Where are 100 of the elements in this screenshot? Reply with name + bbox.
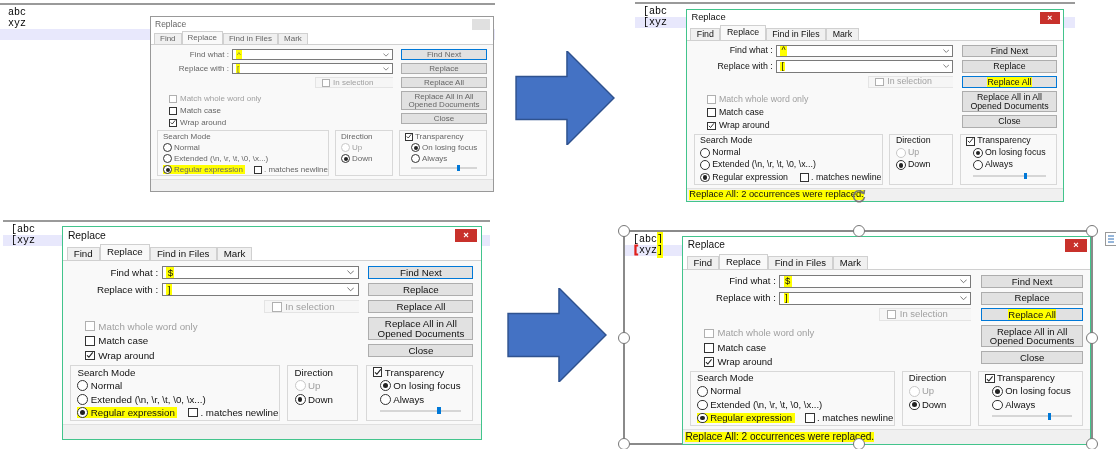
find-field[interactable]: $ [161, 265, 359, 280]
radio-button[interactable] [341, 154, 350, 163]
checkbox[interactable] [800, 173, 809, 182]
radio-button[interactable] [697, 386, 708, 398]
dialog-button[interactable]: Replace All in All Opened Documents [962, 91, 1057, 113]
checkbox[interactable] [169, 118, 177, 127]
radio-button[interactable] [411, 143, 420, 152]
radio-button[interactable] [908, 399, 920, 411]
radio-button[interactable] [163, 165, 172, 174]
dialog-button[interactable]: Close [980, 350, 1084, 365]
slider-thumb[interactable] [436, 407, 441, 415]
dropdown-caret-icon[interactable] [346, 287, 355, 292]
radio-button[interactable] [700, 148, 710, 159]
resize-handle[interactable] [618, 438, 630, 449]
tab[interactable]: Mark [832, 256, 868, 270]
dialog-button[interactable]: Replace All [368, 299, 474, 314]
tab[interactable]: Find [154, 33, 182, 44]
radio-button[interactable] [697, 412, 708, 424]
tab[interactable]: Mark [826, 27, 859, 40]
checkbox[interactable] [372, 367, 383, 378]
tab[interactable]: Replace [720, 25, 766, 40]
checkbox[interactable] [253, 165, 262, 174]
tab[interactable]: Replace [181, 31, 223, 44]
checkbox[interactable] [84, 335, 95, 346]
tab[interactable]: Mark [216, 246, 253, 260]
replace-field[interactable]: [ [776, 60, 954, 73]
dropdown-caret-icon[interactable] [959, 279, 967, 284]
checkbox[interactable] [985, 373, 995, 384]
checkbox[interactable] [706, 108, 716, 118]
radio-button[interactable] [992, 399, 1003, 411]
resize-handle[interactable] [853, 225, 865, 237]
radio-button[interactable] [697, 399, 708, 411]
tab[interactable]: Find [690, 27, 721, 40]
checkbox[interactable] [704, 357, 714, 367]
checkbox[interactable] [169, 106, 177, 115]
dialog-button[interactable]: Replace All in All Opened Documents [401, 91, 487, 110]
replace-field[interactable]: [ [232, 63, 393, 74]
dialog-button[interactable]: Replace All in All Opened Documents [980, 324, 1084, 348]
dialog-button[interactable]: Find Next [980, 274, 1084, 288]
checkbox[interactable] [704, 343, 714, 353]
radio-button[interactable] [992, 386, 1003, 398]
dialog-button[interactable]: Find Next [401, 49, 487, 60]
layout-options-icon[interactable] [1105, 232, 1116, 246]
dialog-button[interactable]: Close [368, 343, 474, 358]
tab[interactable]: Find in Files [765, 27, 827, 40]
dropdown-caret-icon[interactable] [942, 64, 950, 69]
resize-handle[interactable] [618, 225, 630, 237]
checkbox[interactable] [84, 350, 95, 361]
dialog-button[interactable]: Replace [980, 291, 1084, 305]
dropdown-caret-icon[interactable] [346, 270, 355, 275]
dialog-button[interactable]: Replace All [401, 77, 487, 88]
radio-button[interactable] [972, 160, 983, 171]
slider-thumb[interactable] [457, 165, 461, 171]
checkbox[interactable] [805, 413, 815, 423]
transparency-slider[interactable] [972, 172, 1046, 180]
replace-field[interactable]: ] [161, 282, 359, 297]
radio-button[interactable] [77, 407, 89, 419]
tab[interactable]: Find [66, 246, 100, 260]
dropdown-caret-icon[interactable] [383, 66, 389, 71]
dialog-button[interactable]: Close [962, 115, 1057, 128]
dropdown-caret-icon[interactable] [959, 295, 967, 301]
replace-field[interactable]: ] [779, 291, 972, 305]
dialog-button[interactable]: Close [401, 113, 487, 124]
find-field[interactable]: ^ [232, 49, 393, 60]
dropdown-caret-icon[interactable] [383, 52, 389, 57]
tab[interactable]: Replace [99, 244, 150, 260]
checkbox[interactable] [188, 407, 198, 418]
dropdown-caret-icon[interactable] [942, 48, 950, 54]
resize-handle[interactable] [1086, 225, 1098, 237]
radio-button[interactable] [379, 380, 391, 392]
dialog-button[interactable]: Find Next [368, 265, 474, 280]
checkbox[interactable] [405, 132, 413, 141]
checkbox[interactable] [706, 121, 716, 131]
radio-button[interactable] [972, 148, 983, 159]
radio-button[interactable] [163, 143, 172, 152]
radio-button[interactable] [294, 393, 306, 405]
find-field[interactable]: $ [779, 274, 972, 288]
resize-handle[interactable] [618, 332, 630, 344]
dialog-button[interactable]: Find Next [962, 45, 1057, 58]
tab[interactable]: Find in Files [767, 256, 833, 270]
dialog-button[interactable]: Replace [368, 282, 474, 297]
dialog-button[interactable]: Replace All [962, 75, 1057, 88]
tab[interactable]: Find in Files [149, 246, 217, 260]
checkbox[interactable] [966, 136, 976, 146]
slider-thumb[interactable] [1047, 412, 1052, 420]
radio-button[interactable] [411, 154, 420, 163]
slider-thumb[interactable] [1024, 172, 1028, 180]
radio-button[interactable] [163, 154, 172, 163]
radio-button[interactable] [77, 380, 89, 392]
radio-button[interactable] [700, 160, 710, 171]
tab[interactable]: Find [686, 256, 719, 270]
dialog-button[interactable]: Replace [962, 60, 1057, 73]
radio-button[interactable] [379, 393, 391, 405]
radio-button[interactable] [895, 160, 906, 171]
resize-handle[interactable] [1086, 438, 1098, 449]
radio-button[interactable] [77, 393, 89, 405]
transparency-slider[interactable] [379, 407, 462, 415]
dialog-button[interactable]: Replace All in All Opened Documents [368, 317, 474, 341]
radio-button[interactable] [700, 172, 710, 183]
dialog-button[interactable]: Replace All [980, 308, 1084, 322]
